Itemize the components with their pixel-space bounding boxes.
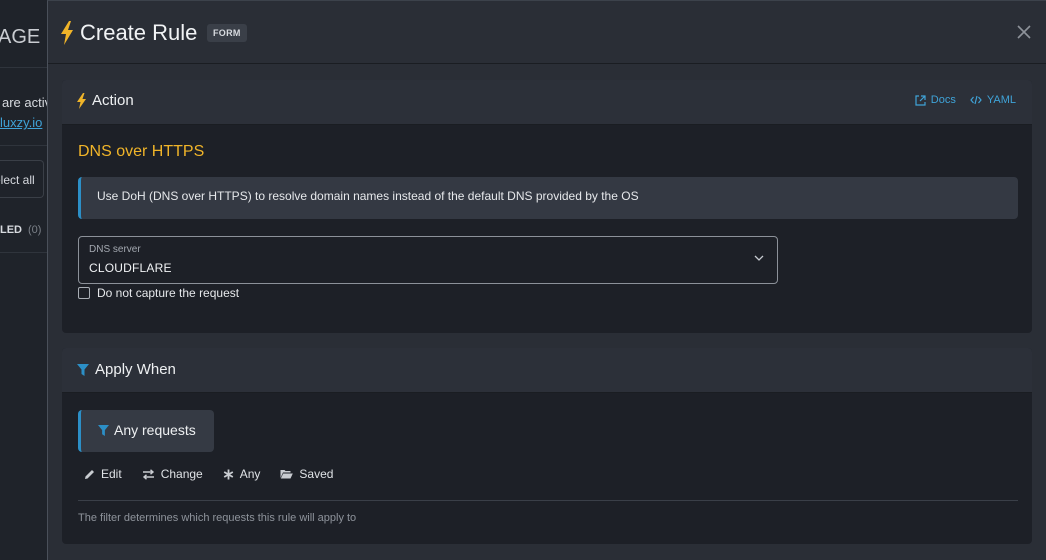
apply-when-title: Apply When	[95, 361, 176, 378]
filter-chip[interactable]: Any requests	[78, 410, 214, 452]
filter-icon	[98, 425, 109, 437]
select-all-label: elect all	[0, 173, 35, 187]
lightning-bolt-icon	[61, 21, 73, 45]
do-not-capture-label[interactable]: Do not capture the request	[97, 286, 239, 300]
pencil-icon	[85, 469, 94, 479]
action-panel-header: Action Docs YAML	[62, 80, 1032, 125]
action-panel-title: Action	[92, 92, 134, 109]
saved-button-label: Saved	[299, 467, 334, 481]
folder-open-icon	[280, 470, 294, 479]
docs-link[interactable]: Docs	[915, 94, 956, 106]
close-button[interactable]	[1013, 21, 1035, 43]
dns-server-value: CLOUDFLARE	[89, 261, 172, 275]
dns-server-select[interactable]: DNS server CLOUDFLARE	[78, 236, 778, 284]
code-icon	[970, 95, 982, 105]
asterisk-icon	[223, 469, 233, 479]
yaml-link-label: YAML	[986, 94, 1016, 106]
edit-button-label: Edit	[101, 467, 122, 481]
close-icon	[1017, 25, 1031, 39]
apply-when-panel: Apply When Any requests Edit Change Any …	[62, 348, 1032, 544]
select-all-button[interactable]: elect all	[0, 160, 44, 198]
action-info-box: Use DoH (DNS over HTTPS) to resolve doma…	[78, 177, 1018, 219]
action-panel-links: Docs YAML	[915, 94, 1016, 106]
filter-toolbar: Edit Change Any Saved	[84, 467, 333, 481]
lightning-bolt-icon	[77, 93, 86, 109]
create-rule-modal: Create Rule FORM Action Docs YAML DNS ov…	[47, 0, 1046, 560]
filter-hint-text: The filter determines which requests thi…	[78, 512, 357, 524]
edit-button[interactable]: Edit	[84, 467, 122, 481]
divider	[78, 500, 1018, 501]
apply-when-header: Apply When	[62, 348, 1032, 393]
background-tab-count: (0)	[28, 224, 42, 236]
background-text: are activ	[2, 95, 52, 110]
action-section-title: DNS over HTTPS	[78, 143, 205, 160]
chevron-down-icon	[754, 255, 764, 261]
exchange-icon	[142, 468, 154, 480]
change-button-label: Change	[160, 467, 203, 481]
any-button-label: Any	[239, 467, 261, 481]
any-button[interactable]: Any	[223, 467, 261, 481]
form-badge: FORM	[207, 24, 247, 42]
modal-header: Create Rule FORM	[48, 1, 1046, 64]
yaml-link[interactable]: YAML	[970, 94, 1016, 106]
external-link-icon	[915, 94, 926, 106]
filter-icon	[77, 364, 89, 376]
do-not-capture-row: Do not capture the request	[78, 286, 239, 300]
saved-button[interactable]: Saved	[280, 467, 333, 481]
background-link[interactable]: luxzy.io	[0, 115, 42, 130]
modal-title: Create Rule	[80, 20, 198, 45]
change-button[interactable]: Change	[142, 467, 203, 481]
docs-link-label: Docs	[930, 94, 956, 106]
background-tab[interactable]: LED (0)	[0, 224, 41, 236]
action-panel: Action Docs YAML DNS over HTTPS Use DoH …	[62, 80, 1032, 333]
dns-server-label: DNS server	[89, 244, 141, 255]
filter-chip-label: Any requests	[114, 422, 196, 438]
background-tab-label: LED	[0, 224, 22, 236]
do-not-capture-checkbox[interactable]	[78, 287, 90, 299]
